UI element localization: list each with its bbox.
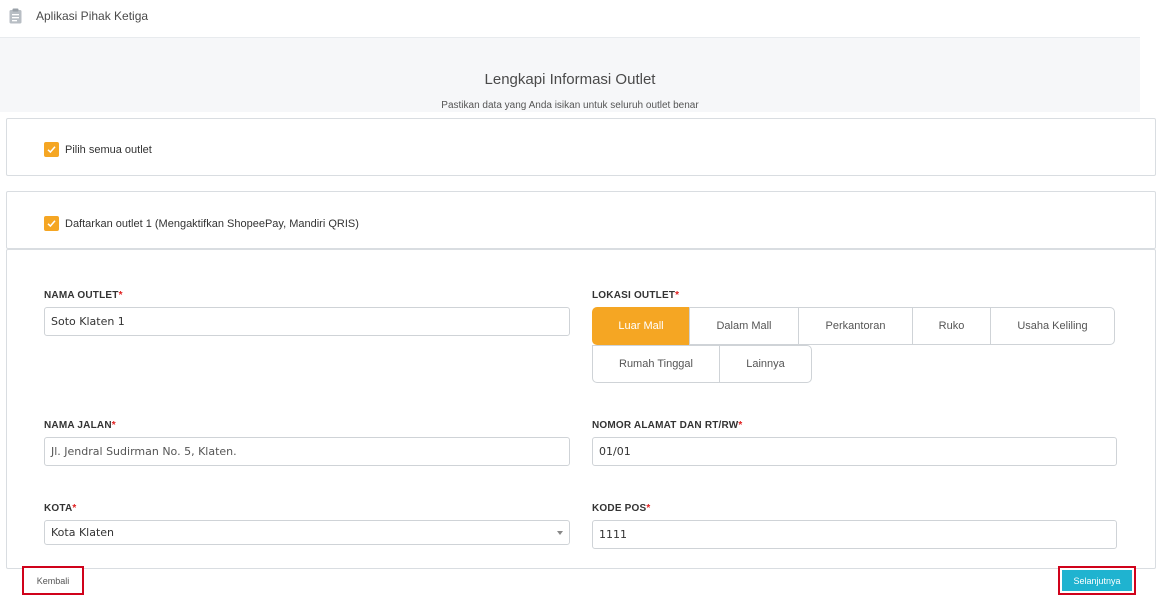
outlet-checkbox-row[interactable]: Daftarkan outlet 1 (Mengaktifkan ShopeeP… xyxy=(44,216,359,231)
nomor-alamat-input[interactable]: 01/01 xyxy=(592,437,1117,466)
next-button[interactable]: Selanjutnya xyxy=(1058,566,1136,595)
kota-select[interactable]: Kota Klaten xyxy=(44,520,570,545)
select-all-checkbox[interactable] xyxy=(44,142,59,157)
lokasi-option-ruko[interactable]: Ruko xyxy=(912,307,991,345)
check-icon xyxy=(47,220,56,228)
kode-pos-input[interactable]: 1111 xyxy=(592,520,1117,549)
clipboard-icon xyxy=(9,8,22,24)
lokasi-option-usaha-keliling[interactable]: Usaha Keliling xyxy=(990,307,1115,345)
lokasi-outlet-label: LOKASI OUTLET* xyxy=(592,290,679,301)
nomor-alamat-label-text: NOMOR ALAMAT DAN RT/RW xyxy=(592,420,739,431)
top-bar: Aplikasi Pihak Ketiga xyxy=(0,0,1140,38)
page-title: Lengkapi Informasi Outlet xyxy=(484,71,656,88)
kota-label: KOTA* xyxy=(44,503,76,514)
nama-outlet-label: NAMA OUTLET* xyxy=(44,290,123,301)
select-all-label: Pilih semua outlet xyxy=(65,143,152,156)
lokasi-outlet-segment-row1: Luar Mall Dalam Mall Perkantoran Ruko Us… xyxy=(592,307,1115,345)
nama-jalan-label-text: NAMA JALAN xyxy=(44,420,112,431)
outlet-form: NAMA OUTLET* Soto Klaten 1 LOKASI OUTLET… xyxy=(6,249,1156,569)
nama-jalan-label: NAMA JALAN* xyxy=(44,420,116,431)
required-mark: * xyxy=(675,290,680,301)
nama-outlet-label-text: NAMA OUTLET xyxy=(44,290,119,301)
lokasi-option-luar-mall[interactable]: Luar Mall xyxy=(592,307,690,345)
lokasi-option-dalam-mall[interactable]: Dalam Mall xyxy=(689,307,799,345)
select-all-card: Pilih semua outlet xyxy=(6,118,1156,176)
page-header: Lengkapi Informasi Outlet Pastikan data … xyxy=(0,38,1140,112)
check-icon xyxy=(47,146,56,154)
lokasi-outlet-label-text: LOKASI OUTLET xyxy=(592,290,676,301)
required-mark: * xyxy=(738,420,743,431)
required-mark: * xyxy=(111,420,116,431)
page-subtitle: Pastikan data yang Anda isikan untuk sel… xyxy=(441,100,699,111)
outlet-label: Daftarkan outlet 1 (Mengaktifkan ShopeeP… xyxy=(65,217,359,230)
kota-select-value: Kota Klaten xyxy=(51,526,115,539)
app-title: Aplikasi Pihak Ketiga xyxy=(36,9,149,23)
lokasi-option-lainnya[interactable]: Lainnya xyxy=(719,345,812,383)
select-all-checkbox-row[interactable]: Pilih semua outlet xyxy=(44,142,152,157)
lokasi-option-rumah-tinggal[interactable]: Rumah Tinggal xyxy=(592,345,720,383)
kode-pos-label-text: KODE POS xyxy=(592,503,647,514)
lokasi-option-perkantoran[interactable]: Perkantoran xyxy=(798,307,913,345)
nomor-alamat-label: NOMOR ALAMAT DAN RT/RW* xyxy=(592,420,743,431)
lokasi-outlet-segment-row2: Rumah Tinggal Lainnya xyxy=(592,345,812,383)
caret-down-icon xyxy=(557,531,563,535)
kota-label-text: KOTA xyxy=(44,503,73,514)
next-button-label: Selanjutnya xyxy=(1062,570,1132,591)
outlet-card-header: Daftarkan outlet 1 (Mengaktifkan ShopeeP… xyxy=(6,191,1156,249)
nama-outlet-input[interactable]: Soto Klaten 1 xyxy=(44,307,570,336)
required-mark: * xyxy=(72,503,77,514)
outlet-checkbox[interactable] xyxy=(44,216,59,231)
required-mark: * xyxy=(646,503,651,514)
required-mark: * xyxy=(118,290,123,301)
nama-jalan-input[interactable]: Jl. Jendral Sudirman No. 5, Klaten. xyxy=(44,437,570,466)
kode-pos-label: KODE POS* xyxy=(592,503,650,514)
back-button[interactable]: Kembali xyxy=(22,566,84,595)
